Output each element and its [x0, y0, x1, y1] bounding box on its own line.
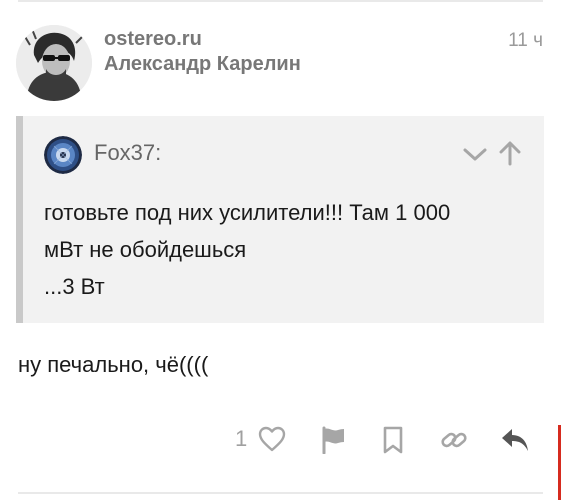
chevron-down-icon[interactable] [462, 144, 488, 164]
like-count: 1 [235, 426, 248, 451]
arrow-up-icon[interactable] [498, 140, 522, 166]
quote-line: ...3 Вт [44, 274, 105, 299]
site-name[interactable]: ostereo.ru [104, 28, 202, 51]
quote-author-name[interactable]: Fox37: [94, 140, 161, 166]
link-icon[interactable] [440, 426, 468, 459]
quote-author-avatar[interactable] [44, 136, 82, 174]
bookmark-icon[interactable] [382, 426, 404, 459]
heart-icon[interactable] [258, 426, 286, 457]
quoted-comment: Fox37: готовьте под них усилители!!! Там… [16, 116, 544, 323]
top-divider [18, 0, 543, 2]
speaker-avatar-icon [44, 136, 82, 174]
reply-icon[interactable] [500, 426, 530, 459]
quote-bar [16, 116, 23, 323]
timestamp: 11 ч [508, 30, 543, 51]
quote-line: готовьте под них усилители!!! Там 1 000 [44, 200, 451, 225]
comment-text: ну печально, чё(((( [18, 352, 209, 377]
author-avatar[interactable] [16, 25, 92, 101]
avatar-image [16, 25, 92, 101]
quote-line: мВт не обойдешься [44, 237, 247, 262]
quote-text: готовьте под них усилители!!! Там 1 000 … [44, 194, 524, 305]
bottom-divider [18, 492, 543, 494]
flag-icon[interactable] [320, 426, 346, 459]
author-name[interactable]: Александр Карелин [104, 53, 301, 76]
comment-actions: 1 [0, 420, 561, 460]
